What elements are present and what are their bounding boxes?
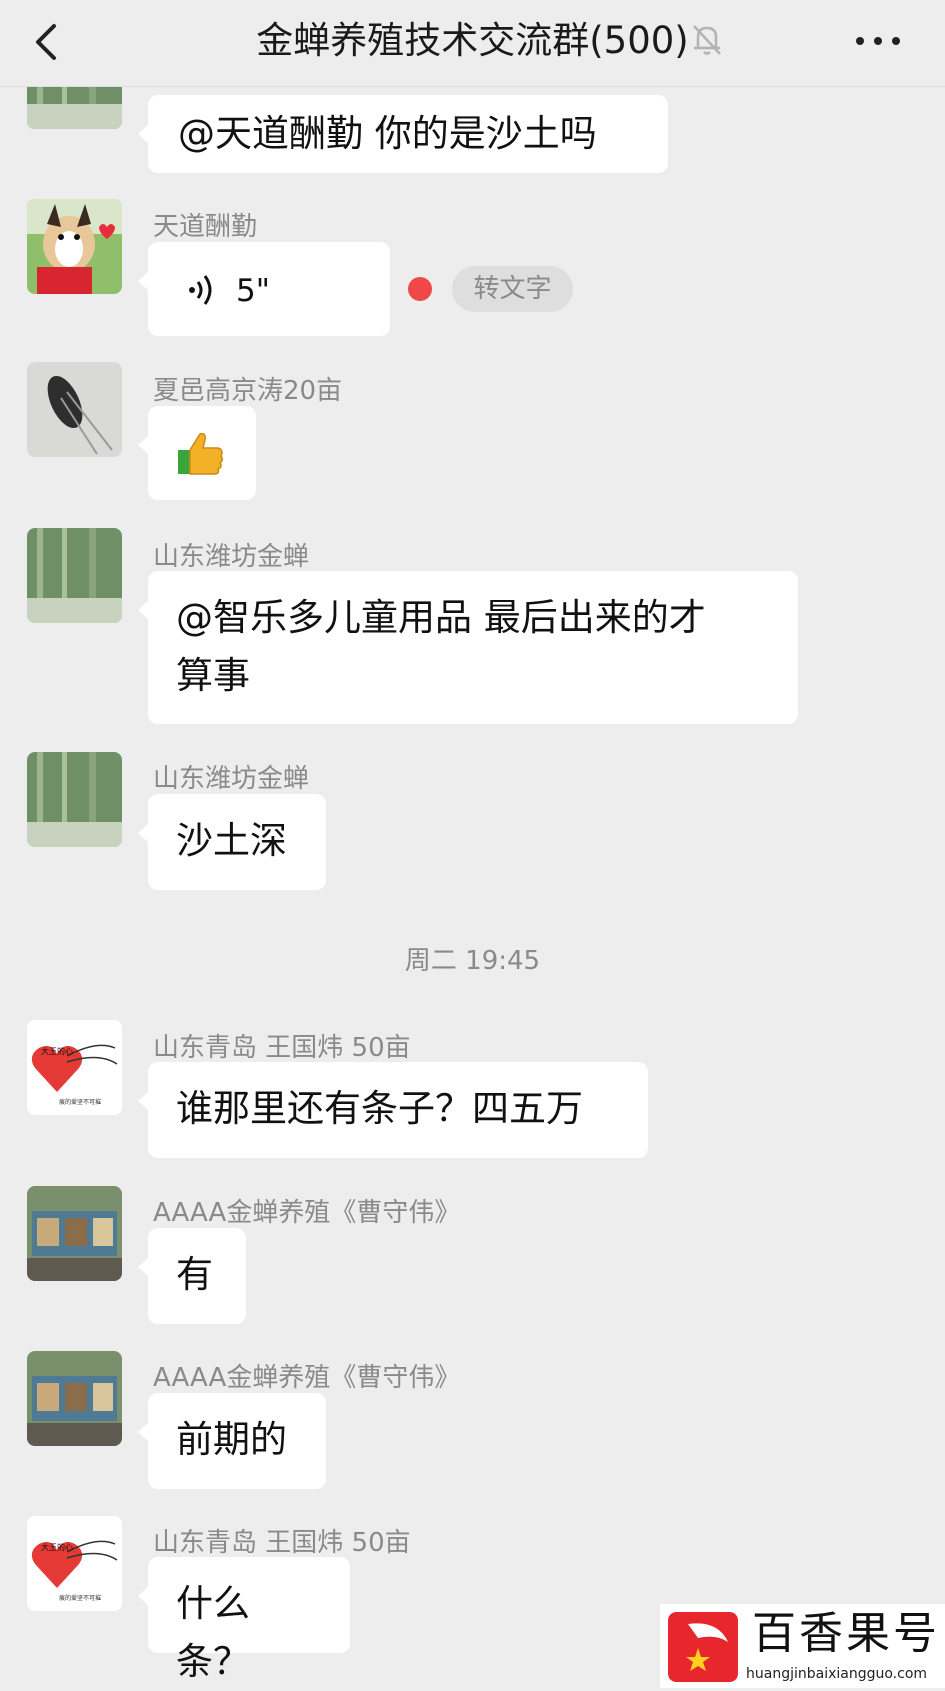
avatar-shop[interactable] bbox=[27, 1351, 122, 1446]
voice-duration: 5" bbox=[236, 273, 270, 309]
message-bubble[interactable]: 沙土深 bbox=[138, 794, 326, 890]
sender-name: 山东潍坊金蝉 bbox=[153, 542, 310, 572]
watermark: 百香果号 huangjinbaixiangguo.com bbox=[660, 1604, 945, 1688]
avatar-bamboo[interactable] bbox=[27, 752, 122, 847]
message-bubble[interactable]: @天道酬勤 你的是沙土吗 bbox=[138, 95, 668, 173]
unread-dot bbox=[408, 277, 432, 301]
svg-text:大王的心: 大王的心 bbox=[41, 1046, 73, 1056]
message-bubble[interactable]: 谁那里还有条子？四五万 bbox=[138, 1062, 648, 1158]
watermark-logo-icon bbox=[668, 1612, 738, 1682]
more-options-icon[interactable] bbox=[855, 36, 901, 46]
voice-wave-icon bbox=[189, 275, 212, 305]
emoji-message-bubble[interactable] bbox=[138, 406, 256, 500]
convert-to-text-button[interactable]: 转文字 bbox=[452, 266, 573, 312]
sender-name: 天道酬勤 bbox=[153, 212, 258, 242]
watermark-name: 百香果号 bbox=[752, 1608, 940, 1659]
sender-name: AAAA金蝉养殖《曹守伟》 bbox=[153, 1363, 461, 1393]
avatar-shop[interactable] bbox=[27, 1186, 122, 1281]
message-bubble[interactable]: @智乐多儿童用品 最后出来的才 算事 bbox=[138, 571, 798, 724]
avatar-heart[interactable]: 大王的心 痕的爱坚不可摧 bbox=[27, 1020, 122, 1115]
sender-name: 山东青岛 王国炜 50亩 bbox=[153, 1033, 411, 1063]
sender-name: 山东潍坊金蝉 bbox=[153, 764, 310, 794]
thumbs-up-icon bbox=[178, 432, 224, 475]
svg-text:痕的爱坚不可摧: 痕的爱坚不可摧 bbox=[59, 1594, 101, 1602]
top-bar: 金蝉养殖技术交流群(500) bbox=[0, 0, 945, 87]
avatar-dog[interactable] bbox=[27, 199, 122, 294]
sender-name: 山东青岛 王国炜 50亩 bbox=[153, 1528, 411, 1558]
sender-name: AAAA金蝉养殖《曹守伟》 bbox=[153, 1198, 461, 1228]
avatar-cicada[interactable] bbox=[27, 362, 122, 457]
chat-title: 金蝉养殖技术交流群(500) bbox=[256, 19, 689, 62]
avatar-bamboo[interactable] bbox=[27, 528, 122, 623]
svg-text:痕的爱坚不可摧: 痕的爱坚不可摧 bbox=[59, 1098, 101, 1106]
timestamp: 周二 19:45 bbox=[404, 946, 541, 976]
message-bubble[interactable]: 有 bbox=[138, 1228, 246, 1324]
sender-name: 夏邑高京涛20亩 bbox=[153, 376, 343, 406]
watermark-url: huangjinbaixiangguo.com bbox=[746, 1666, 928, 1682]
message-bubble[interactable]: 前期的 bbox=[138, 1393, 326, 1489]
svg-text:大王的心: 大王的心 bbox=[41, 1542, 73, 1552]
message-bubble[interactable]: 什么条？ bbox=[138, 1557, 350, 1683]
voice-message-bubble[interactable]: 5" bbox=[138, 242, 390, 336]
avatar-heart[interactable]: 大王的心 痕的爱坚不可摧 bbox=[27, 1516, 122, 1611]
mute-bell-icon bbox=[693, 25, 721, 55]
